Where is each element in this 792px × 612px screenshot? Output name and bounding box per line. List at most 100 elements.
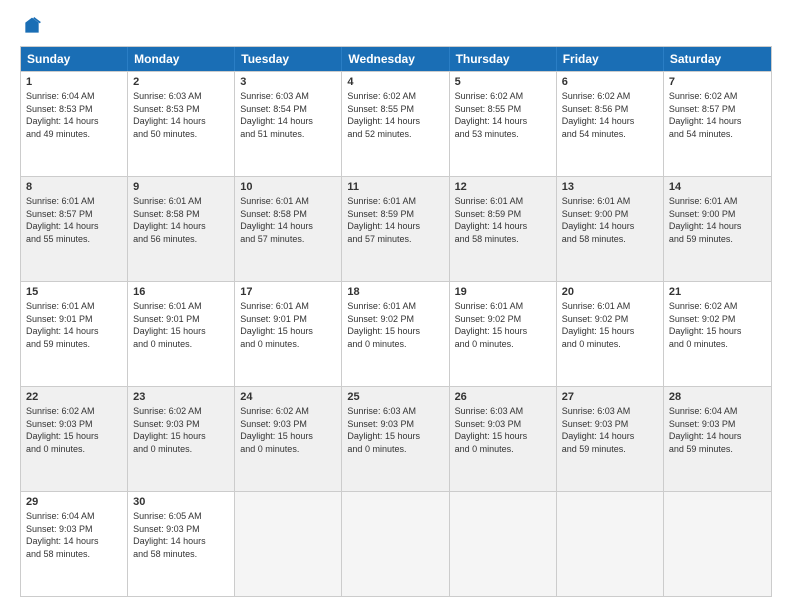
- day-info: Sunrise: 6:02 AM Sunset: 8:57 PM Dayligh…: [669, 90, 766, 140]
- day-number: 14: [669, 181, 766, 193]
- cal-cell: 2 Sunrise: 6:03 AM Sunset: 8:53 PM Daylig…: [128, 72, 235, 176]
- day-number: 16: [133, 286, 229, 298]
- day-number: 23: [133, 391, 229, 403]
- day-number: 6: [562, 76, 658, 88]
- day-info: Sunrise: 6:01 AM Sunset: 9:01 PM Dayligh…: [133, 300, 229, 350]
- day-info: Sunrise: 6:01 AM Sunset: 9:02 PM Dayligh…: [347, 300, 443, 350]
- day-info: Sunrise: 6:03 AM Sunset: 9:03 PM Dayligh…: [347, 405, 443, 455]
- day-info: Sunrise: 6:04 AM Sunset: 9:03 PM Dayligh…: [26, 510, 122, 560]
- day-number: 17: [240, 286, 336, 298]
- day-info: Sunrise: 6:01 AM Sunset: 8:58 PM Dayligh…: [133, 195, 229, 245]
- cal-cell: 9 Sunrise: 6:01 AM Sunset: 8:58 PM Daylig…: [128, 177, 235, 281]
- day-number: 8: [26, 181, 122, 193]
- day-info: Sunrise: 6:01 AM Sunset: 9:01 PM Dayligh…: [26, 300, 122, 350]
- day-number: 20: [562, 286, 658, 298]
- cal-cell: 14 Sunrise: 6:01 AM Sunset: 9:00 PM Dayli…: [664, 177, 771, 281]
- day-info: Sunrise: 6:01 AM Sunset: 9:00 PM Dayligh…: [562, 195, 658, 245]
- cal-cell: 1 Sunrise: 6:04 AM Sunset: 8:53 PM Daylig…: [21, 72, 128, 176]
- logo-icon: [22, 16, 42, 36]
- cal-row-3: 15 Sunrise: 6:01 AM Sunset: 9:01 PM Dayli…: [21, 281, 771, 386]
- day-info: Sunrise: 6:01 AM Sunset: 8:58 PM Dayligh…: [240, 195, 336, 245]
- day-info: Sunrise: 6:02 AM Sunset: 8:55 PM Dayligh…: [455, 90, 551, 140]
- day-info: Sunrise: 6:03 AM Sunset: 9:03 PM Dayligh…: [562, 405, 658, 455]
- cal-cell: 27 Sunrise: 6:03 AM Sunset: 9:03 PM Dayli…: [557, 387, 664, 491]
- day-number: 15: [26, 286, 122, 298]
- day-info: Sunrise: 6:02 AM Sunset: 9:03 PM Dayligh…: [133, 405, 229, 455]
- day-info: Sunrise: 6:01 AM Sunset: 8:57 PM Dayligh…: [26, 195, 122, 245]
- day-number: 3: [240, 76, 336, 88]
- calendar-header: Sunday Monday Tuesday Wednesday Thursday…: [21, 47, 771, 71]
- header-monday: Monday: [128, 47, 235, 71]
- page: Sunday Monday Tuesday Wednesday Thursday…: [0, 0, 792, 612]
- header-sunday: Sunday: [21, 47, 128, 71]
- cal-cell: [235, 492, 342, 596]
- day-info: Sunrise: 6:01 AM Sunset: 9:00 PM Dayligh…: [669, 195, 766, 245]
- day-info: Sunrise: 6:04 AM Sunset: 9:03 PM Dayligh…: [669, 405, 766, 455]
- day-number: 11: [347, 181, 443, 193]
- day-number: 9: [133, 181, 229, 193]
- day-info: Sunrise: 6:03 AM Sunset: 8:54 PM Dayligh…: [240, 90, 336, 140]
- day-info: Sunrise: 6:02 AM Sunset: 9:03 PM Dayligh…: [26, 405, 122, 455]
- day-number: 27: [562, 391, 658, 403]
- cal-cell: 18 Sunrise: 6:01 AM Sunset: 9:02 PM Dayli…: [342, 282, 449, 386]
- cal-row-4: 22 Sunrise: 6:02 AM Sunset: 9:03 PM Dayli…: [21, 386, 771, 491]
- cal-cell: 11Sunrise: 6:01 AM Sunset: 8:59 PM Dayli…: [342, 177, 449, 281]
- cal-cell: 6 Sunrise: 6:02 AM Sunset: 8:56 PM Daylig…: [557, 72, 664, 176]
- cal-cell: [664, 492, 771, 596]
- day-number: 18: [347, 286, 443, 298]
- cal-cell: 3 Sunrise: 6:03 AM Sunset: 8:54 PM Daylig…: [235, 72, 342, 176]
- day-number: 24: [240, 391, 336, 403]
- header-saturday: Saturday: [664, 47, 771, 71]
- day-info: Sunrise: 6:02 AM Sunset: 8:56 PM Dayligh…: [562, 90, 658, 140]
- day-number: 26: [455, 391, 551, 403]
- day-number: 7: [669, 76, 766, 88]
- day-number: 13: [562, 181, 658, 193]
- cal-cell: 16 Sunrise: 6:01 AM Sunset: 9:01 PM Dayli…: [128, 282, 235, 386]
- day-number: 29: [26, 496, 122, 508]
- cal-cell: [450, 492, 557, 596]
- day-number: 10: [240, 181, 336, 193]
- cal-row-1: 1 Sunrise: 6:04 AM Sunset: 8:53 PM Daylig…: [21, 71, 771, 176]
- day-number: 1: [26, 76, 122, 88]
- day-info: Sunrise: 6:04 AM Sunset: 8:53 PM Dayligh…: [26, 90, 122, 140]
- cal-cell: 29 Sunrise: 6:04 AM Sunset: 9:03 PM Dayli…: [21, 492, 128, 596]
- day-number: 4: [347, 76, 443, 88]
- cal-cell: 25 Sunrise: 6:03 AM Sunset: 9:03 PM Dayli…: [342, 387, 449, 491]
- day-info: Sunrise: 6:01 AM Sunset: 9:02 PM Dayligh…: [562, 300, 658, 350]
- day-info: Sunrise: 6:02 AM Sunset: 9:02 PM Dayligh…: [669, 300, 766, 350]
- header-tuesday: Tuesday: [235, 47, 342, 71]
- cal-cell: 4Sunrise: 6:02 AM Sunset: 8:55 PM Daylig…: [342, 72, 449, 176]
- cal-cell: 12 Sunrise: 6:01 AM Sunset: 8:59 PM Dayli…: [450, 177, 557, 281]
- header-friday: Friday: [557, 47, 664, 71]
- cal-cell: 24 Sunrise: 6:02 AM Sunset: 9:03 PM Dayli…: [235, 387, 342, 491]
- day-number: 21: [669, 286, 766, 298]
- day-number: 12: [455, 181, 551, 193]
- day-number: 2: [133, 76, 229, 88]
- cal-cell: 20 Sunrise: 6:01 AM Sunset: 9:02 PM Dayli…: [557, 282, 664, 386]
- day-number: 22: [26, 391, 122, 403]
- day-number: 28: [669, 391, 766, 403]
- cal-cell: [557, 492, 664, 596]
- cal-cell: 28 Sunrise: 6:04 AM Sunset: 9:03 PM Dayli…: [664, 387, 771, 491]
- day-info: Sunrise: 6:02 AM Sunset: 9:03 PM Dayligh…: [240, 405, 336, 455]
- cal-cell: 7 Sunrise: 6:02 AM Sunset: 8:57 PM Daylig…: [664, 72, 771, 176]
- cal-row-5: 29 Sunrise: 6:04 AM Sunset: 9:03 PM Dayli…: [21, 491, 771, 596]
- calendar-body: 1 Sunrise: 6:04 AM Sunset: 8:53 PM Daylig…: [21, 71, 771, 596]
- cal-cell: 21 Sunrise: 6:02 AM Sunset: 9:02 PM Dayli…: [664, 282, 771, 386]
- cal-cell: 19Sunrise: 6:01 AM Sunset: 9:02 PM Dayli…: [450, 282, 557, 386]
- cal-cell: 5Sunrise: 6:02 AM Sunset: 8:55 PM Daylig…: [450, 72, 557, 176]
- calendar: Sunday Monday Tuesday Wednesday Thursday…: [20, 46, 772, 597]
- day-info: Sunrise: 6:03 AM Sunset: 8:53 PM Dayligh…: [133, 90, 229, 140]
- header: [20, 16, 772, 36]
- cal-row-2: 8 Sunrise: 6:01 AM Sunset: 8:57 PM Daylig…: [21, 176, 771, 281]
- header-thursday: Thursday: [450, 47, 557, 71]
- day-info: Sunrise: 6:05 AM Sunset: 9:03 PM Dayligh…: [133, 510, 229, 560]
- day-number: 30: [133, 496, 229, 508]
- cal-cell: 22 Sunrise: 6:02 AM Sunset: 9:03 PM Dayli…: [21, 387, 128, 491]
- cal-cell: 10 Sunrise: 6:01 AM Sunset: 8:58 PM Dayli…: [235, 177, 342, 281]
- day-info: Sunrise: 6:01 AM Sunset: 8:59 PM Dayligh…: [455, 195, 551, 245]
- cal-cell: 30 Sunrise: 6:05 AM Sunset: 9:03 PM Dayli…: [128, 492, 235, 596]
- cal-cell: 15 Sunrise: 6:01 AM Sunset: 9:01 PM Dayli…: [21, 282, 128, 386]
- header-wednesday: Wednesday: [342, 47, 449, 71]
- day-number: 25: [347, 391, 443, 403]
